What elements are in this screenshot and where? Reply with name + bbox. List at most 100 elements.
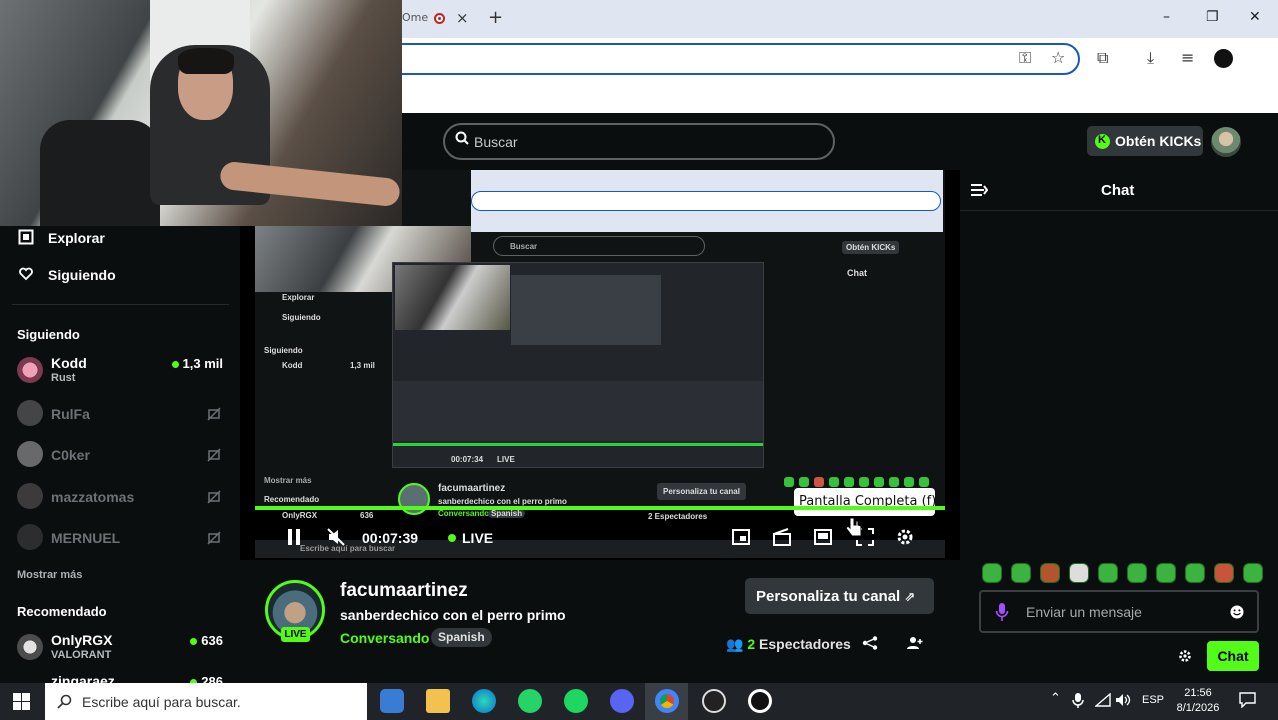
picture-in-picture-icon xyxy=(732,529,750,545)
channel-name: C0ker xyxy=(51,447,90,463)
video-recommended: Recomendado xyxy=(264,495,320,504)
media-control-icon[interactable]: ≡ xyxy=(1181,48,1194,67)
network-icon[interactable] xyxy=(1095,693,1111,707)
viewer-info: 👥 2 Espectadores xyxy=(726,636,851,653)
input-language[interactable]: ESP xyxy=(1142,694,1164,706)
store-icon[interactable] xyxy=(380,689,404,713)
pause-button[interactable] xyxy=(285,527,303,549)
theater-mode-button[interactable] xyxy=(813,527,833,549)
send-chat-button[interactable]: Chat xyxy=(1207,641,1259,671)
edge-icon[interactable] xyxy=(472,689,496,713)
screen-root: { "browser": { "tab_title": "Ome", "tab_… xyxy=(0,0,1278,720)
channel-name: MERNUEL xyxy=(51,530,121,546)
customize-label: Personaliza tu canal xyxy=(756,588,901,605)
video-emote-row xyxy=(784,474,934,487)
stream-category[interactable]: Conversando xyxy=(340,630,429,646)
settings-button[interactable] xyxy=(895,527,915,549)
avatar xyxy=(17,441,43,467)
share-icon[interactable] xyxy=(862,636,878,650)
language-tag[interactable]: Spanish xyxy=(431,628,492,647)
microphone-tray-icon[interactable] xyxy=(1072,692,1084,709)
muted-speaker-icon xyxy=(327,528,345,546)
viewer-count: 286 xyxy=(190,674,223,683)
following-heading: Siguiendo xyxy=(17,327,80,342)
viewer-label: Espectadores xyxy=(759,636,851,652)
clip-button[interactable] xyxy=(772,527,792,549)
live-indicator: LIVE xyxy=(448,530,493,546)
streamer-name[interactable]: facumaartinez xyxy=(340,580,468,602)
sidebar-channel-c0ker[interactable]: C0ker xyxy=(17,438,227,474)
channel-name: Kodd xyxy=(51,355,87,371)
new-tab-button[interactable]: + xyxy=(488,7,503,28)
nav-explore[interactable]: Explorar xyxy=(48,230,105,246)
video-streamer-avatar xyxy=(398,483,430,515)
follow-user-icon[interactable] xyxy=(907,636,923,650)
video-stream-title: sanberdechico con el perro primo xyxy=(438,497,567,506)
video-kicks-label: Obtén KICKs xyxy=(842,241,900,254)
file-explorer-icon[interactable] xyxy=(426,689,450,713)
external-link-icon: ⇗ xyxy=(904,590,916,605)
spotify-icon[interactable] xyxy=(564,689,588,713)
live-badge: LIVE xyxy=(281,627,310,642)
tab-title[interactable]: Ome xyxy=(402,11,428,24)
profile-avatar[interactable] xyxy=(1214,49,1233,68)
close-window-button[interactable]: ✕ xyxy=(1249,9,1261,25)
volume-icon[interactable] xyxy=(1115,693,1132,707)
channel-name: mazzatomas xyxy=(51,489,135,505)
whatsapp-icon[interactable] xyxy=(518,689,542,713)
chat-emote-bar[interactable] xyxy=(982,563,1272,588)
kicks-icon xyxy=(1095,134,1110,149)
windows-start-icon[interactable] xyxy=(13,693,30,710)
obs-progress-bar xyxy=(393,443,763,446)
sidebar-channel-rulfa[interactable]: RulFa xyxy=(17,397,227,433)
clock-time: 21:56 xyxy=(1184,687,1212,699)
obs-icon[interactable] xyxy=(702,689,726,713)
show-more-link[interactable]: Mostrar más xyxy=(17,569,82,581)
maximize-button[interactable]: ❐ xyxy=(1206,9,1219,25)
stream-title: sanberdechico con el perro primo xyxy=(340,607,566,623)
video-lang: Spanish xyxy=(488,509,526,518)
taskbar-search-icon xyxy=(57,694,72,709)
offline-icon xyxy=(207,490,221,504)
bookmark-star-icon[interactable]: ☆ xyxy=(1051,48,1065,67)
avatar xyxy=(17,634,43,660)
avatar xyxy=(17,524,43,550)
chrome-icon[interactable] xyxy=(655,689,679,713)
video-following-heading: Siguiendo xyxy=(264,346,303,355)
sidebar-channel-onlyrgx[interactable]: OnlyRGX VALORANT 636 xyxy=(17,631,227,667)
address-input[interactable] xyxy=(380,43,1080,75)
minimize-button[interactable]: – xyxy=(1163,9,1170,25)
chat-settings-icon[interactable] xyxy=(1178,649,1192,663)
app-icon[interactable] xyxy=(748,689,772,713)
emoji-icon[interactable] xyxy=(1230,605,1244,619)
nav-following[interactable]: Siguiendo xyxy=(48,267,116,283)
offline-icon xyxy=(207,448,221,462)
video-obs-window: 00:07:34 LIVE xyxy=(392,262,764,468)
sidebar-channel-zingaraez[interactable]: zingaraez 286 xyxy=(17,672,227,683)
sidebar-divider xyxy=(12,304,229,305)
tab-close-icon[interactable]: × xyxy=(456,9,469,27)
playback-progress-bar[interactable] xyxy=(255,506,945,510)
sidebar-channel-mernuel[interactable]: MERNUEL xyxy=(17,521,227,557)
password-key-icon[interactable]: ⚿ xyxy=(1019,48,1031,68)
gear-icon xyxy=(897,529,913,545)
discord-icon[interactable] xyxy=(610,689,634,713)
notifications-icon[interactable] xyxy=(1239,692,1256,708)
extensions-icon[interactable]: ⧉ xyxy=(1097,48,1108,68)
download-icon[interactable]: ⤓ xyxy=(1147,48,1154,68)
system-clock[interactable]: 21:56 8/1/2026 xyxy=(1170,686,1226,716)
viewer-count: 636 xyxy=(190,633,223,648)
viewer-count: 2 xyxy=(747,636,756,652)
channel-name: OnlyRGX xyxy=(51,632,113,648)
channel-game: Rust xyxy=(51,372,76,384)
sidebar-channel-kodd[interactable]: Kodd Rust 1,3 mil xyxy=(17,354,227,390)
mute-button[interactable] xyxy=(326,527,346,549)
pip-button[interactable] xyxy=(731,527,751,549)
fullscreen-tooltip: Pantalla Completa (f) xyxy=(794,488,936,516)
sidebar-channel-mazzatomas[interactable]: mazzatomas xyxy=(17,480,227,516)
microphone-icon[interactable] xyxy=(995,602,1009,622)
collapse-chat-icon[interactable] xyxy=(970,183,988,197)
chevron-up-icon[interactable]: ⌃ xyxy=(1050,691,1061,706)
customize-channel-button[interactable]: Personaliza tu canal ⇗ xyxy=(745,578,934,614)
user-avatar[interactable] xyxy=(1211,127,1241,157)
